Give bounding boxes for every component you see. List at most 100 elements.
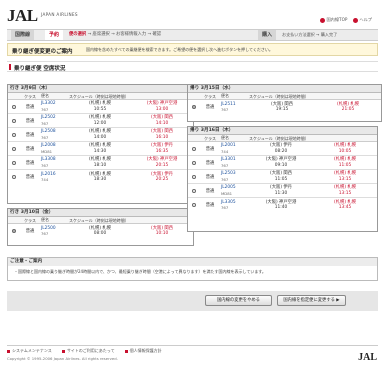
flight-radio[interactable] [11, 146, 16, 151]
flight-row[interactable]: 普通 JL2511 767 (大阪) 関西 19:15 (札幌) 札幌 21:05 [188, 100, 381, 114]
footer-link-label: サイトのご利用にあたって [66, 348, 115, 353]
arrival: (大阪) 関西 16:10 [131, 129, 193, 140]
flight-radio[interactable] [11, 132, 16, 137]
arrival-time: 11:05 [338, 162, 352, 168]
departure-time: 09:10 [274, 162, 288, 168]
flight-radio[interactable] [11, 229, 16, 233]
confirm-change-button[interactable]: 国内線を指定便に変更する ▶ [277, 295, 346, 306]
flight-radio[interactable] [11, 118, 16, 123]
flight-row[interactable]: 普通 JL3305 767 (大阪) 神戸空港 11:40 (札幌) 札幌 13:45 [188, 198, 377, 212]
departure-time: 08:00 [93, 231, 107, 236]
select-cell [188, 160, 199, 165]
select-cell [8, 132, 19, 137]
flight-radio[interactable] [191, 188, 196, 193]
footer-link-terms[interactable]: サイトのご利用にあたって [61, 348, 115, 354]
select-cell [188, 105, 199, 109]
arrival-time: 10:05 [338, 148, 352, 154]
departure: (大阪) 伊丹 08:20 [249, 143, 313, 154]
footer-logo: JAL [358, 352, 377, 363]
flight-row[interactable]: 普通 JL2502 767 (札幌) 札幌 12:00 (大阪) 関西 14:10 [8, 114, 193, 128]
schedule-cell: (札幌) 札幌 14:00 (大阪) 関西 16:10 [69, 129, 193, 140]
footer-link-privacy[interactable]: 個人情報保護方針 [124, 348, 162, 354]
col-select [188, 135, 199, 141]
class-cell: 普通 [205, 174, 215, 180]
flight-radio[interactable] [11, 160, 16, 165]
tab-reservation[interactable]: 予約 [45, 30, 64, 40]
departure-time: 19:15 [275, 107, 289, 112]
panel-outbound-mar10: 行き 3月10日（金） クラス 便名 スケジュール（時刻は現地時間） 普通 JL2500 7… [7, 208, 194, 246]
aircraft-type: 767 [41, 134, 49, 140]
step-current: 便の選択 [69, 32, 87, 37]
flight-radio[interactable] [11, 104, 16, 109]
col-class: クラス [204, 136, 216, 141]
schedule-cell: (札幌) 札幌 18:10 (大阪) 神戸空港 20:15 [69, 157, 193, 168]
col-schedule: スケジュール（時刻は現地時間） [249, 94, 309, 99]
arrival-time: 14:10 [155, 120, 169, 126]
aircraft-type: 767 [221, 107, 229, 112]
flight-row[interactable]: 普通 JL2008 MD81 (札幌) 札幌 14:30 (大阪) 伊丹 16:35 [8, 142, 193, 156]
flight-row[interactable]: 普通 JL2500 767 (札幌) 札幌 08:00 (大阪) 関西 10:10 [8, 224, 193, 238]
flight-radio[interactable] [191, 174, 196, 179]
flight-radio[interactable] [191, 146, 196, 151]
footer-link-maintenance[interactable]: システムメンテナンス [7, 348, 52, 354]
flight-cell: JL2500 767 [41, 226, 69, 237]
select-cell [8, 104, 19, 109]
select-cell [188, 146, 199, 151]
departure-time: 14:00 [93, 134, 107, 140]
cancel-change-button[interactable]: 国内線の変更をやめる [205, 295, 272, 306]
flight-cell: JL3308 767 [41, 157, 69, 168]
panel-outbound-mar9: 行き 3月9日（木） クラス 便名 スケジュール（時刻は現地時間） 普通 JL3302 76… [7, 84, 194, 204]
col-schedule: スケジュール（時刻は現地時間） [249, 136, 309, 141]
col-select [8, 93, 19, 99]
section-marker [9, 64, 11, 70]
footer-links: システムメンテナンス サイトのご利用にあたって 個人情報保護方針 [7, 345, 378, 354]
class-cell: 普通 [25, 146, 35, 152]
brand-name: JAPAN AIRLINES [41, 12, 78, 17]
header: JAL JAPAN AIRLINES 国内線TOP ヘルプ [0, 0, 384, 28]
flight-cell: JL3305 767 [221, 200, 249, 211]
flight-radio[interactable] [191, 105, 196, 109]
tab-purchase[interactable]: 購入 [258, 30, 277, 40]
jal-logo[interactable]: JAL [7, 6, 38, 26]
arrival: (札幌) 札幌 11:05 [313, 157, 377, 168]
flight-cell: JL2001 744 [221, 143, 249, 154]
flight-cell: JL2016 744 [41, 172, 69, 183]
panel-title: 帰り 3月15日（水） [188, 85, 381, 93]
arrival: (大阪) 関西 14:10 [131, 115, 193, 126]
arrival: (札幌) 札幌 10:05 [313, 143, 377, 154]
select-cell [8, 175, 19, 179]
arrival-time: 20:25 [155, 177, 169, 182]
flight-row[interactable]: 普通 JL2005 MD81 (大阪) 伊丹 11:30 (札幌) 札幌 13:15 [188, 184, 377, 198]
flight-row[interactable]: 普通 JL3308 767 (札幌) 札幌 18:10 (大阪) 神戸空港 20:15 [8, 156, 193, 170]
col-flight: 便名 [41, 217, 49, 222]
departure: (札幌) 札幌 14:00 [69, 129, 131, 140]
flight-row[interactable]: 普通 JL2508 767 (札幌) 札幌 14:00 (大阪) 関西 16:10 [8, 128, 193, 142]
arrival: (大阪) 関西 10:10 [131, 226, 193, 237]
class-cell: 普通 [205, 160, 215, 166]
flight-radio[interactable] [191, 160, 196, 165]
panel-title: 行き 3月9日（木） [8, 85, 193, 93]
arrival-time: 10:10 [155, 231, 169, 236]
flight-radio[interactable] [11, 175, 16, 179]
domestic-top-link[interactable]: 国内線TOP [320, 17, 347, 23]
arrival-time: 13:15 [338, 176, 352, 182]
class-cell: 普通 [25, 160, 35, 166]
flight-row[interactable]: 普通 JL2001 744 (大阪) 伊丹 08:20 (札幌) 札幌 10:05 [188, 142, 377, 156]
flight-radio[interactable] [191, 203, 196, 207]
flight-row[interactable]: 普通 JL2016 744 (札幌) 札幌 18:30 (大阪) 伊丹 20:25 [8, 170, 193, 184]
flight-row[interactable]: 普通 JL2503 767 (大阪) 関西 11:05 (札幌) 札幌 13:15 [188, 170, 377, 184]
arrival-time: 21:05 [341, 107, 355, 112]
departure: (大阪) 神戸空港 11:40 [249, 200, 313, 211]
schedule-cell: (札幌) 札幌 18:30 (大阪) 伊丹 20:25 [69, 172, 193, 183]
flight-row[interactable]: 普通 JL3301 767 (大阪) 神戸空港 09:10 (札幌) 札幌 11:05 [188, 156, 377, 170]
flight-row[interactable]: 普通 JL3302 767 (札幌) 札幌 10:55 (大阪) 神戸空港 13:00 [8, 100, 193, 114]
help-link[interactable]: ヘルプ [353, 17, 372, 23]
select-cell [188, 203, 199, 207]
departure: (札幌) 札幌 10:55 [69, 101, 131, 112]
tab-international[interactable]: 国際線 [11, 30, 35, 40]
aircraft-type: MD81 [41, 148, 53, 154]
departure-time: 11:30 [274, 190, 288, 196]
arrival: (大阪) 神戸空港 20:15 [131, 157, 193, 168]
aircraft-type: 744 [221, 148, 229, 154]
arrival: (大阪) 神戸空港 13:00 [131, 101, 193, 112]
